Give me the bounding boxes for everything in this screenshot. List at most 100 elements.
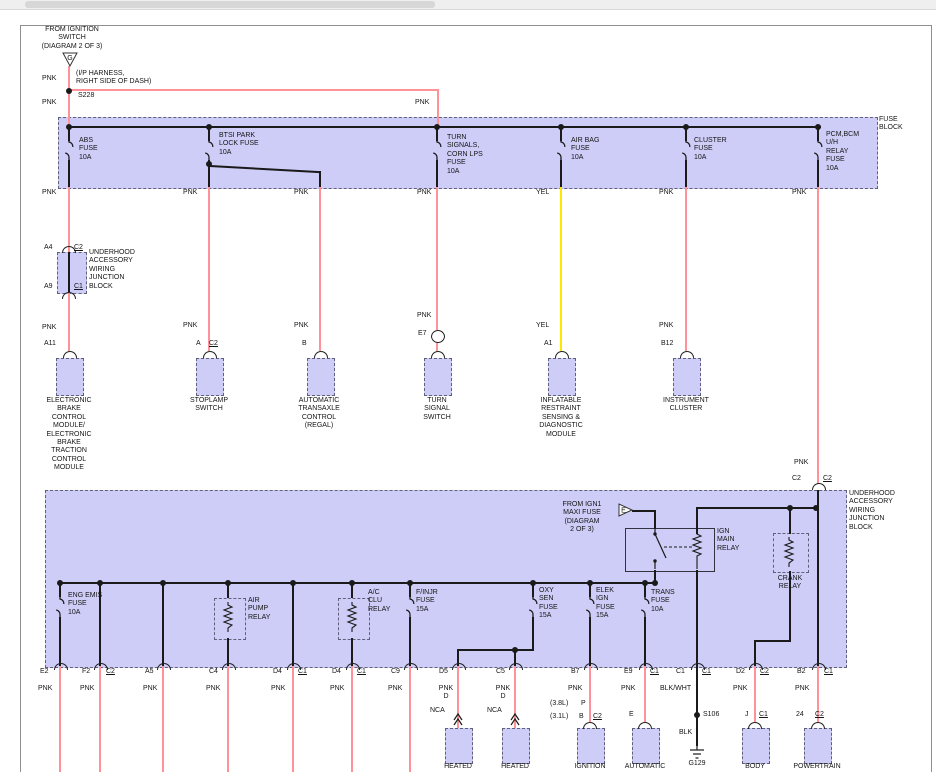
wire-color-label: PNK [271,685,285,693]
module-label: AUTOMATIC [615,763,675,771]
wire-color-label: PNK [415,99,429,107]
junction-dot [512,647,518,653]
fuse-label: ABS FUSE 10A [79,137,98,162]
fuse-icon [812,140,824,160]
wire-color-label: PNK [294,189,308,197]
wire-relay-in [654,510,656,529]
junction-dot [587,580,593,586]
relay-switch-coil-icon [626,529,712,569]
module-label: HEATED [428,763,488,771]
coil-icon [222,602,234,632]
wire-color-label: PNK [792,189,806,197]
connector-arc-icon [62,292,76,299]
scrollbar-thumb[interactable] [25,1,435,8]
wire-color-label: BLK [679,729,692,737]
module-label: ELECTRONIC BRAKE CONTROL MODULE/ ELECTRO… [24,397,114,473]
wire-ign-feed [68,66,70,127]
module-label: IGNITION [560,763,620,771]
connector-arc-icon [811,722,825,729]
wire-color-label: PNK [733,685,747,693]
source-note: FROM IGNITION SWITCH (DIAGRAM 2 OF 3) [22,26,122,51]
module-box-stoplamp [196,358,224,396]
fuse-icon [404,597,416,617]
fuse-icon [555,140,567,160]
wire-stub [685,160,687,187]
junction-dot [66,124,72,130]
nca-label: NCA [430,707,445,715]
pin-label: A9 [44,283,53,291]
pin-label: P [581,700,586,708]
connector-arc-icon [583,722,597,729]
pin-label: B2 [797,668,806,676]
junction-dot [206,124,212,130]
wire-stub [644,617,646,666]
wire-color-label: PNK D [493,685,513,702]
module-box-cluster [673,358,701,396]
fuse-label: AIR BAG FUSE 10A [571,137,599,162]
splice-s228-dot [66,88,72,94]
fuse-label: ENG EMIS FUSE 10A [68,592,102,617]
junction-dot [160,580,166,586]
pin-label: D2 [736,668,745,676]
connector-id: C1 [759,711,768,719]
underhood-junction-block [45,490,847,668]
junction-block-label: UNDERHOOD ACCESSORY WIRING JUNCTION BLOC… [89,249,135,291]
wire-cluster [685,187,687,351]
connector-arc-icon [157,663,171,670]
junction-dot [683,124,689,130]
pin-label: D4 [273,668,282,676]
junction-dot [813,505,819,511]
wire-d4b-out [351,666,353,772]
wire-color-label: PNK [388,685,402,693]
connector-id: C1 [357,668,366,676]
fuse-label: BTSI PARK LOCK FUSE 10A [219,132,259,157]
wire-crank-coil-top [789,507,791,534]
wire-color-label: PNK [621,685,635,693]
wire-color-label: PNK [294,322,308,330]
module-label: TURN SIGNAL SWITCH [402,397,472,422]
splice-label: S106 [703,711,719,719]
pin-label: 24 [796,711,804,719]
module-label: INFLATABLE RESTRAINT SENSING & DIAGNOSTI… [521,397,601,439]
relay-label: AIR PUMP RELAY [248,597,270,622]
pin-label: D4 [332,668,341,676]
wire-color-label: PNK [795,685,809,693]
fuse-label: TRANS FUSE 10A [651,589,675,614]
wire-color-label: PNK [659,189,673,197]
pin-label: B7 [571,668,580,676]
engine-variant: (3.1L) [550,713,568,721]
splice-s106-dot [694,712,700,718]
pin-label: A4 [44,244,53,252]
wire-color-label: PNK [183,322,197,330]
wire-stoplamp [208,187,210,351]
wire-color-label: PNK [42,189,56,197]
wire-color-label: PNK [38,685,52,693]
pin-label: A [196,340,201,348]
wire-stub [227,638,229,666]
module-box-sdm [548,358,576,396]
junction-dot [787,505,793,511]
module-box-ebcm [56,358,84,396]
wire-color-label: PNK [80,685,94,693]
pin-label: C5 [496,668,505,676]
wire-stub [560,160,562,187]
splice-label: S228 [78,92,94,100]
fuse-label: CLUSTER FUSE 10A [694,137,727,162]
wire-color-label: PNK [42,99,56,107]
wire-turn-out-a [436,187,438,330]
fuse-block-bus [68,126,821,128]
engine-variant: (3.8L) [550,700,568,708]
fuse-label: PCM,BCM U/H RELAY FUSE 10A [826,131,859,173]
wire-coil-feed [696,507,819,509]
svg-text:G: G [67,55,72,62]
pin-label: C4 [209,668,218,676]
svg-text:E: E [621,508,626,515]
wire-c9-out [409,666,411,772]
fuse-label: F/INJR FUSE 15A [416,589,438,614]
junction-dot [815,124,821,130]
wire-oxy-branch [457,649,534,651]
fuse-label: OXY SEN FUSE 15A [539,587,558,621]
module-box-transaxle [307,358,335,396]
wiring-diagram-page: G E FROM IGNITION S [0,0,936,772]
connector-arc-icon [584,663,598,670]
